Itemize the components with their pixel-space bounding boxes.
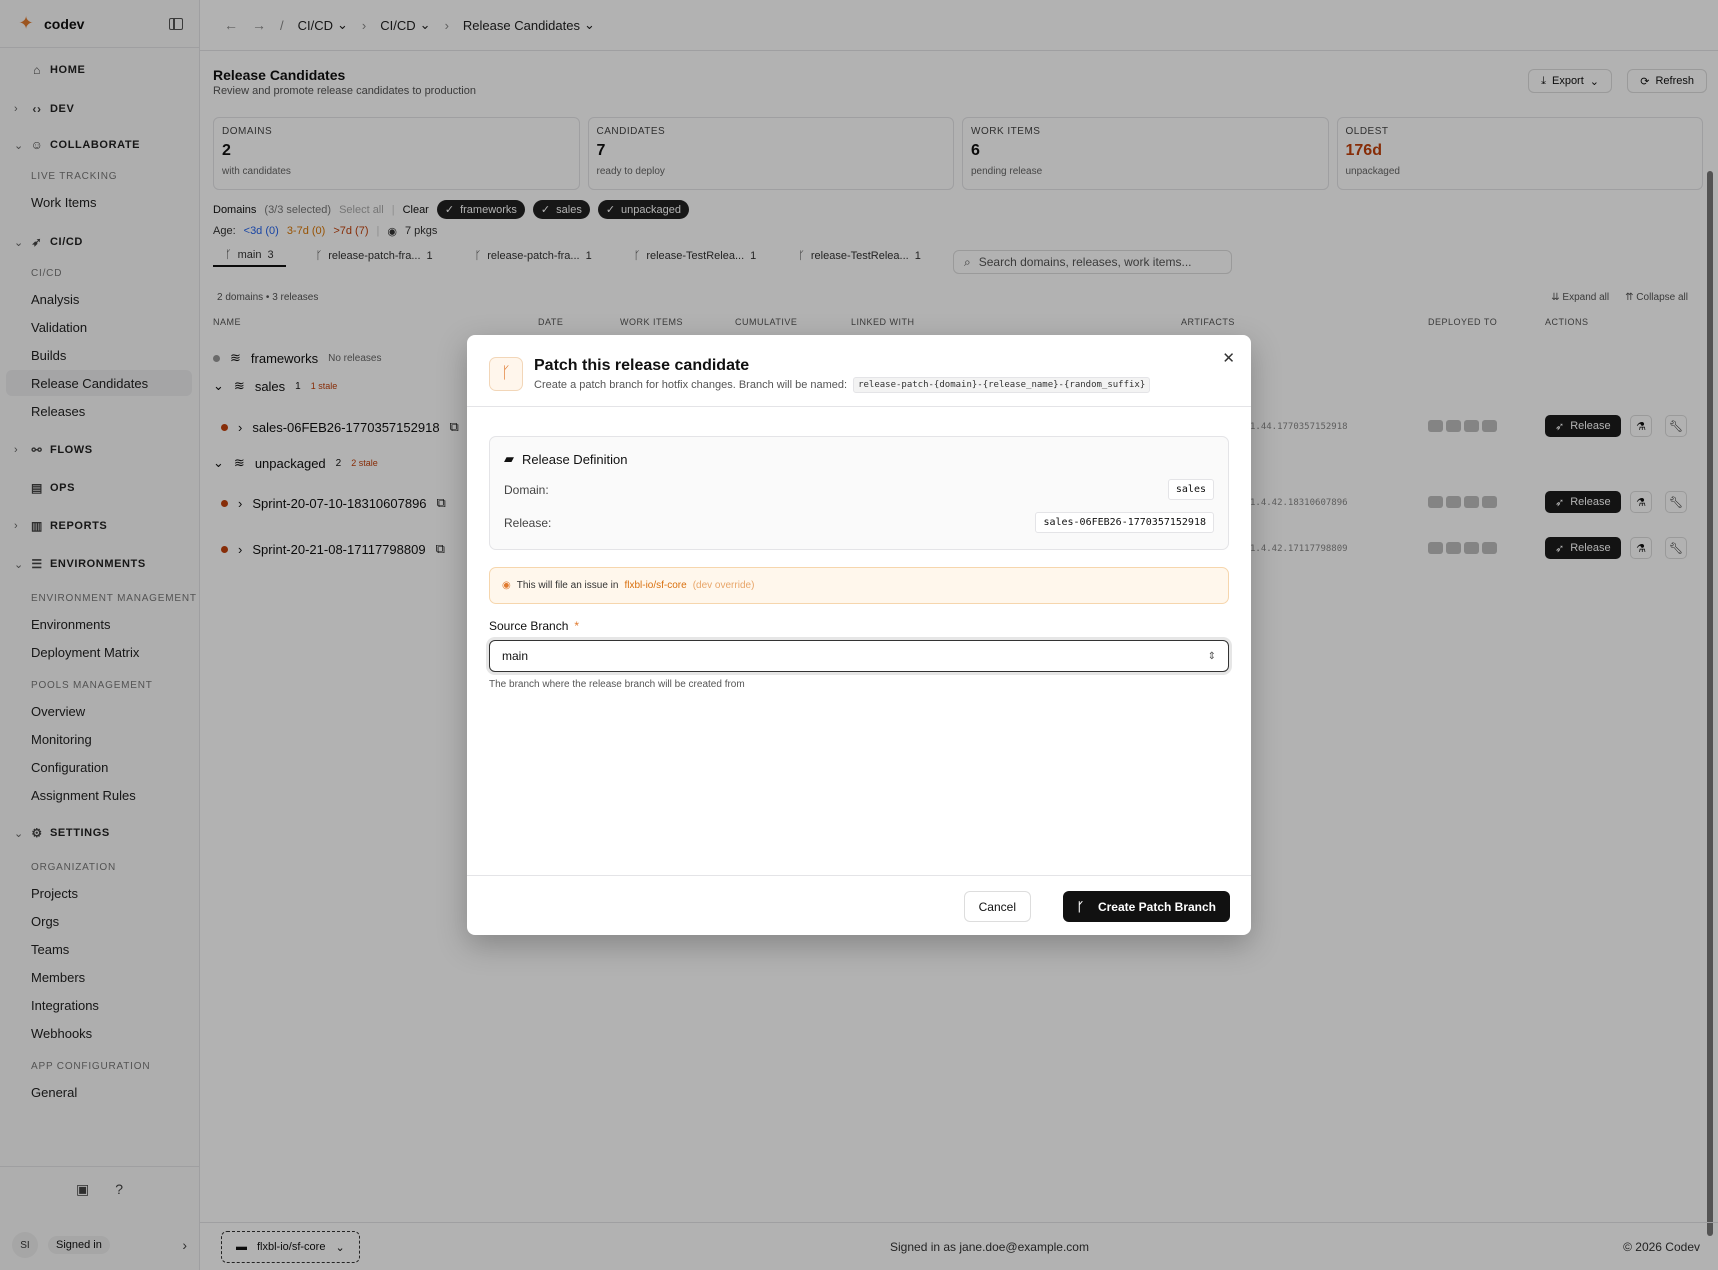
dialog-title: Patch this release candidate bbox=[534, 357, 750, 374]
field-label: Source Branch * bbox=[489, 619, 580, 633]
required-marker: * bbox=[574, 619, 580, 633]
repo-link[interactable]: flxbl-io/sf-core bbox=[624, 580, 686, 591]
github-icon: ◉ bbox=[502, 580, 511, 591]
override-note: (dev override) bbox=[692, 580, 755, 591]
chevron-up-down-icon: ⇕ bbox=[1207, 650, 1216, 662]
release-definition-card: ▰ Release Definition Domain: sales Releas… bbox=[489, 436, 1229, 550]
dialog-footer: Cancel ᚴ Create Patch Branch bbox=[467, 875, 1251, 935]
package-icon: ▰ bbox=[504, 451, 514, 466]
release-label: Release: bbox=[504, 516, 552, 530]
domain-label: Domain: bbox=[504, 483, 549, 497]
field-help: The branch where the release branch will… bbox=[489, 679, 745, 690]
release-value: sales-06FEB26-1770357152918 bbox=[1035, 512, 1214, 533]
close-icon[interactable]: ✕ bbox=[1222, 349, 1235, 367]
source-branch-select[interactable]: main ⇕ bbox=[489, 640, 1229, 672]
card-title: Release Definition bbox=[522, 451, 628, 467]
branch-pattern: release-patch-{domain}-{release_name}-{r… bbox=[853, 377, 1151, 393]
issue-notice: ◉ This will file an issue in flxbl-io/sf… bbox=[489, 567, 1229, 604]
git-branch-icon: ᚴ bbox=[489, 357, 523, 391]
dialog-header: ᚴ Patch this release candidate Create a … bbox=[467, 335, 1251, 407]
domain-value: sales bbox=[1167, 479, 1214, 500]
create-patch-branch-button[interactable]: ᚴ Create Patch Branch bbox=[1062, 891, 1230, 922]
cancel-button[interactable]: Cancel bbox=[963, 891, 1031, 922]
git-branch-icon: ᚴ bbox=[1076, 899, 1084, 914]
patch-dialog: ᚴ Patch this release candidate Create a … bbox=[467, 335, 1251, 935]
dialog-description: Create a patch branch for hotfix changes… bbox=[534, 379, 848, 391]
